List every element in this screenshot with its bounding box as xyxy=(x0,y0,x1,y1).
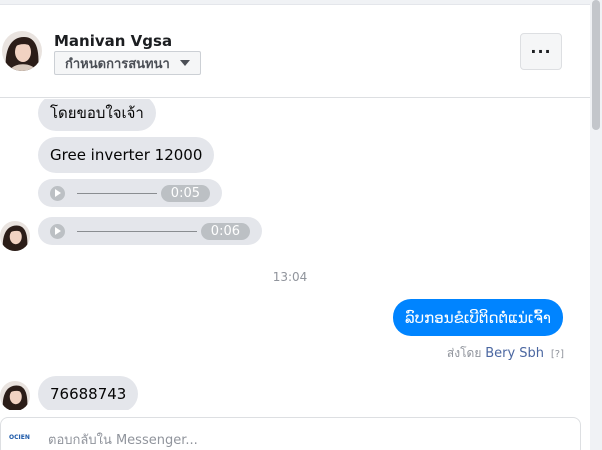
message-text: ລົບກອນຂໍເບີຕິດຕໍ່ແນ່ເຈົ້າ xyxy=(405,308,551,327)
message-text: โดยขอบใจเจ้า xyxy=(50,104,144,122)
scrollbar[interactable] xyxy=(590,0,602,450)
play-icon[interactable] xyxy=(50,223,65,239)
avatar-photo-icon xyxy=(2,31,42,71)
incoming-message: Gree inverter 12000 xyxy=(38,137,215,173)
more-options-button[interactable]: ··· xyxy=(520,33,562,70)
contact-avatar-small[interactable] xyxy=(0,381,30,410)
messenger-window: Manivan Vgsa กำหนดการสนทนา ··· โดยขอบใจเ… xyxy=(0,0,602,450)
play-icon[interactable] xyxy=(50,185,65,201)
sent-by-prefix: ส่งโดย xyxy=(446,346,482,360)
scrollbar-thumb[interactable] xyxy=(592,0,600,130)
message-list[interactable]: โดยขอบใจเจ้า Gree inverter 12000 0:05 0:… xyxy=(0,99,590,410)
audio-duration: 0:06 xyxy=(200,222,250,240)
sent-by-line: ส่งโดย Bery Sbh [?] xyxy=(447,344,564,363)
avatar-photo-icon xyxy=(0,381,30,410)
avatar-photo-icon xyxy=(0,221,30,251)
incoming-message: โดยขอบใจเจ้า xyxy=(38,99,156,131)
audio-duration: 0:05 xyxy=(160,184,210,202)
help-link[interactable]: [?] xyxy=(551,349,564,360)
message-text: Gree inverter 12000 xyxy=(50,146,203,164)
audio-message: 0:05 xyxy=(38,179,222,207)
reply-composer[interactable]: OCIEN xyxy=(0,417,581,450)
top-divider xyxy=(0,0,590,5)
audio-progress-track[interactable] xyxy=(77,192,157,194)
audio-message: 0:06 xyxy=(38,217,262,245)
conversation-settings-label: กำหนดการสนทนา xyxy=(65,56,170,72)
contact-avatar[interactable] xyxy=(2,31,42,71)
incoming-message: 76688743 xyxy=(38,376,139,410)
message-text: 76688743 xyxy=(50,385,127,403)
reply-input[interactable] xyxy=(48,430,448,450)
contact-avatar-small[interactable] xyxy=(0,221,30,251)
outgoing-message: ລົບກອນຂໍເບີຕິດຕໍ່ແນ່ເຈົ້າ xyxy=(393,299,563,336)
message-timestamp: 13:04 xyxy=(272,270,308,284)
conversation-settings-dropdown[interactable]: กำหนดการสนทนา xyxy=(54,51,201,75)
conversation-header: Manivan Vgsa กำหนดการสนทนา ··· xyxy=(0,6,590,98)
sender-link[interactable]: Bery Sbh xyxy=(485,346,544,361)
audio-progress-track[interactable] xyxy=(77,230,197,232)
contact-name[interactable]: Manivan Vgsa xyxy=(54,32,172,50)
page-logo: OCIEN xyxy=(9,434,30,441)
chevron-down-icon xyxy=(179,60,190,66)
more-horizontal-icon: ··· xyxy=(530,42,552,61)
